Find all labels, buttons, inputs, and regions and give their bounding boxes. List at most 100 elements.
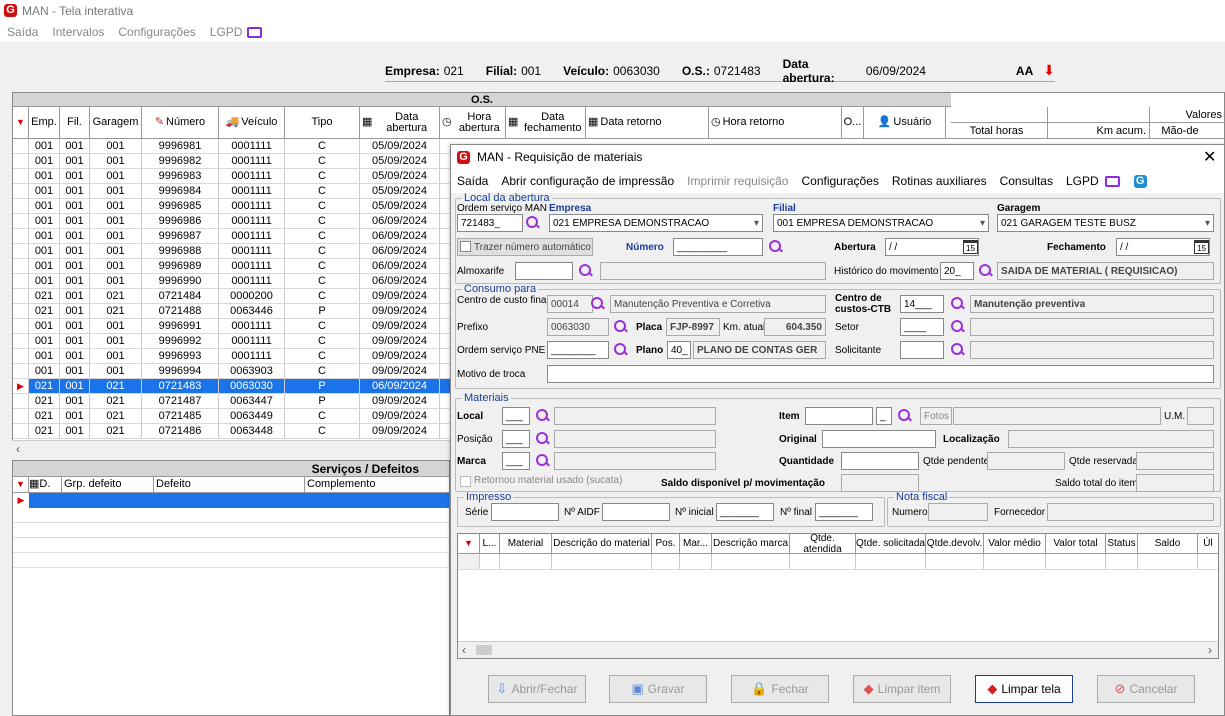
- search-icon[interactable]: [614, 320, 628, 334]
- menu-lgpd[interactable]: LGPD: [210, 25, 243, 39]
- services-selected-row[interactable]: ▶: [13, 493, 449, 508]
- services-row[interactable]: [13, 508, 449, 523]
- historico-code[interactable]: 20_: [940, 262, 974, 280]
- fotos-button[interactable]: Fotos: [920, 407, 952, 425]
- arrow-down-icon[interactable]: ⬇: [1043, 62, 1055, 79]
- calendar-icon[interactable]: 15: [1194, 240, 1209, 254]
- menu-saida[interactable]: Saída: [7, 25, 38, 39]
- scroll-right-icon[interactable]: ›: [1208, 643, 1212, 657]
- item-sep-input[interactable]: _: [876, 407, 892, 425]
- ccf-code[interactable]: 00014: [547, 295, 593, 313]
- dmenu-rotinas[interactable]: Rotinas auxiliares: [892, 174, 987, 188]
- col-material[interactable]: Material: [500, 534, 552, 553]
- g-app-icon[interactable]: G: [1133, 174, 1147, 188]
- filial-select[interactable]: 001 EMPRESA DEMONSTRACAO: [773, 214, 989, 232]
- os-grid-scrollbar[interactable]: ‹: [12, 440, 450, 457]
- search-icon[interactable]: [536, 432, 550, 446]
- dmenu-abrir-config[interactable]: Abrir configuração de impressão: [501, 174, 674, 188]
- col-emp[interactable]: Emp.: [29, 107, 60, 138]
- search-icon[interactable]: [526, 216, 540, 230]
- search-icon[interactable]: [951, 320, 965, 334]
- col-numero[interactable]: ✎ Número: [142, 107, 219, 138]
- retornou-checkbox[interactable]: [460, 476, 471, 487]
- garagem-select[interactable]: 021 GARAGEM TESTE BUSZ: [997, 214, 1214, 232]
- original-input[interactable]: [822, 430, 936, 448]
- search-icon[interactable]: [579, 264, 593, 278]
- col-desc-material[interactable]: Descrição do material: [552, 534, 652, 553]
- scroll-left-icon[interactable]: ‹: [462, 643, 466, 657]
- col-ultimo[interactable]: Úl: [1198, 534, 1218, 553]
- ospne-input[interactable]: ________: [547, 341, 609, 359]
- calendar-icon[interactable]: 15: [963, 240, 978, 254]
- col-status[interactable]: Status: [1106, 534, 1138, 553]
- col-defeito[interactable]: Defeito: [154, 477, 305, 492]
- col-qtde-devolv[interactable]: Qtde.devolv.: [926, 534, 984, 553]
- search-icon[interactable]: [898, 409, 912, 423]
- sort-indicator-icon[interactable]: ▼: [13, 107, 29, 138]
- col-d[interactable]: ▦ D.: [29, 477, 62, 492]
- mat-local-input[interactable]: ___: [502, 407, 530, 425]
- col-grp-defeito[interactable]: Grp. defeito: [62, 477, 154, 492]
- sort-indicator-icon[interactable]: ▼: [13, 477, 29, 492]
- col-hora-retorno[interactable]: ◷ Hora retorno: [709, 107, 842, 138]
- aidf-input[interactable]: [602, 503, 670, 521]
- col-data-retorno[interactable]: ▦ Data retorno: [586, 107, 709, 138]
- col-valor-total[interactable]: Valor total: [1046, 534, 1106, 553]
- limpar-item-button[interactable]: ◆ Limpar item: [853, 675, 951, 703]
- final-input[interactable]: _______: [815, 503, 873, 521]
- search-icon[interactable]: [951, 297, 965, 311]
- col-data-fechamento[interactable]: ▦ Data fechamento: [506, 107, 586, 138]
- col-mar[interactable]: Mar...: [680, 534, 712, 553]
- prefixo-input[interactable]: 0063030: [547, 318, 609, 336]
- col-qtde-atendida[interactable]: Qtde. atendida: [790, 533, 856, 555]
- search-icon[interactable]: [951, 343, 965, 357]
- col-fil[interactable]: Fil.: [60, 107, 90, 138]
- gravar-button[interactable]: ▣ Gravar: [609, 675, 707, 703]
- solicitante-input[interactable]: [900, 341, 944, 359]
- fechar-button[interactable]: 🔒 Fechar: [731, 675, 829, 703]
- search-icon[interactable]: [591, 297, 605, 311]
- motivo-input[interactable]: [547, 365, 1214, 383]
- col-tipo[interactable]: Tipo: [285, 107, 360, 138]
- col-qtde-solicitada[interactable]: Qtde. solicitada: [856, 534, 926, 553]
- scroll-thumb[interactable]: [476, 645, 492, 655]
- materials-scrollbar[interactable]: ‹ ›: [458, 641, 1218, 658]
- posicao-input[interactable]: ___: [502, 430, 530, 448]
- marca-input[interactable]: ___: [502, 452, 530, 470]
- dmenu-configuracoes[interactable]: Configurações: [801, 174, 878, 188]
- scroll-left-icon[interactable]: ‹: [16, 442, 20, 456]
- serie-input[interactable]: [491, 503, 559, 521]
- quantidade-input[interactable]: [841, 452, 919, 470]
- col-l[interactable]: L...: [480, 534, 500, 553]
- os-man-input[interactable]: 721483_: [457, 214, 523, 232]
- dmenu-saida[interactable]: Saída: [457, 174, 488, 188]
- monitor-icon[interactable]: [1104, 175, 1120, 187]
- col-garagem[interactable]: Garagem: [90, 107, 142, 138]
- sort-indicator-icon[interactable]: ▼: [458, 534, 480, 553]
- cancelar-button[interactable]: ⊘ Cancelar: [1097, 675, 1195, 703]
- item-input[interactable]: [805, 407, 873, 425]
- services-row[interactable]: [13, 523, 449, 538]
- services-row[interactable]: [13, 553, 449, 568]
- limpar-tela-button[interactable]: ◆ Limpar tela: [975, 675, 1073, 703]
- monitor-icon[interactable]: [247, 26, 263, 38]
- materials-row[interactable]: [458, 554, 1218, 570]
- menu-intervalos[interactable]: Intervalos: [52, 25, 104, 39]
- col-veiculo[interactable]: 🚚 Veículo: [219, 107, 285, 138]
- col-hora-abertura[interactable]: ◷ Hora abertura: [440, 107, 506, 138]
- col-pos[interactable]: Pos.: [652, 534, 680, 553]
- services-row[interactable]: [13, 538, 449, 553]
- dmenu-imprimir[interactable]: Imprimir requisição: [687, 174, 788, 188]
- font-size-icon[interactable]: AA: [1016, 64, 1033, 78]
- col-desc-marca[interactable]: Descrição marca: [712, 534, 790, 553]
- search-icon[interactable]: [536, 409, 550, 423]
- almoxarife-input[interactable]: [515, 262, 573, 280]
- inicial-input[interactable]: _______: [716, 503, 774, 521]
- search-icon[interactable]: [979, 264, 993, 278]
- trazer-numero-toggle[interactable]: Trazer número automático: [457, 238, 593, 256]
- dmenu-consultas[interactable]: Consultas: [1000, 174, 1053, 188]
- col-valor-medio[interactable]: Valor médio: [984, 534, 1046, 553]
- menu-configuracoes[interactable]: Configurações: [118, 25, 195, 39]
- plano-code[interactable]: 40_: [667, 341, 691, 359]
- col-saldo[interactable]: Saldo: [1138, 534, 1198, 553]
